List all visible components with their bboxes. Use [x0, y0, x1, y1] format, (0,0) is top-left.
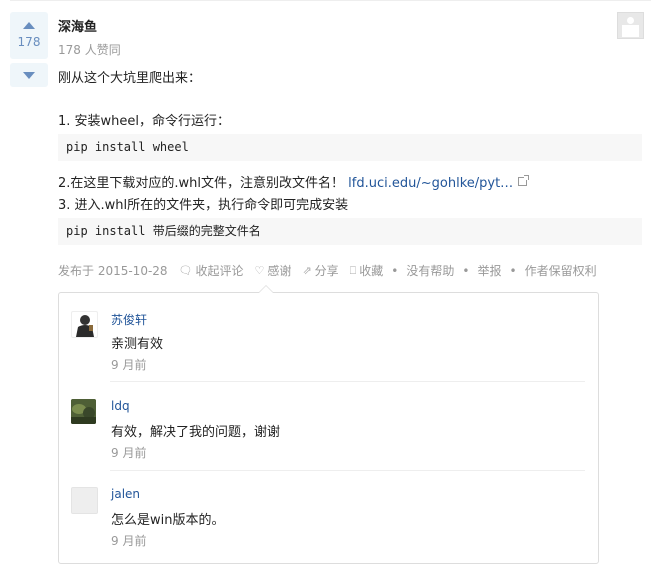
answer-step-2: 2.在这里下载对应的.whl文件，注意别改文件名！ lfd.uci.edu/~g… — [58, 172, 530, 191]
answer-intro: 刚从这个大坑里爬出来： — [58, 71, 202, 86]
downvote-button[interactable] — [10, 63, 48, 87]
comment-author[interactable]: jalen — [111, 487, 140, 501]
author-avatar[interactable] — [617, 12, 644, 39]
landscape-avatar-icon — [71, 399, 96, 424]
share-button[interactable]: ⇗ 分享 — [302, 262, 338, 279]
comment-author[interactable]: 苏俊轩 — [111, 311, 147, 328]
comment-text: 怎么是win版本的。 — [111, 513, 225, 528]
download-link[interactable]: lfd.uci.edu/~gohlke/pyt… — [348, 175, 530, 191]
fold-comments-label[interactable]: 收起评论 — [196, 262, 244, 279]
comment-author[interactable]: ldq — [111, 399, 130, 413]
comment-text: 有效，解决了我的问题，谢谢 — [111, 425, 281, 440]
copyright-notice[interactable]: 作者保留权利 — [525, 262, 597, 279]
fold-comments-button[interactable]: 🗨 收起评论 — [179, 262, 244, 279]
comment-time: 9 月前 — [111, 446, 147, 460]
no-help-button[interactable]: 没有帮助 — [406, 262, 454, 279]
person-avatar-icon — [76, 315, 94, 337]
comment-time: 9 月前 — [111, 358, 147, 372]
comments-panel: 苏俊轩 亲测有效 9 月前 ldq 有效，解决了我的问题，谢谢 9 月前 jal… — [58, 285, 599, 564]
comment-divider — [110, 470, 585, 471]
bookmark-icon: ⎕ — [349, 263, 357, 277]
answer-step-3: 3. 进入.whl所在的文件夹，执行命令即可完成安装 — [58, 198, 349, 213]
code-block-1: pip install wheel — [58, 134, 642, 161]
collect-label[interactable]: 收藏 — [359, 262, 383, 279]
share-label[interactable]: 分享 — [315, 262, 339, 279]
comment-avatar[interactable] — [71, 487, 98, 514]
vote-count: 178 — [17, 35, 41, 49]
external-link-icon — [518, 175, 530, 186]
downvote-arrow-icon — [23, 71, 35, 79]
comments-caret-inner — [259, 286, 273, 293]
upvote-button[interactable]: 178 — [10, 12, 48, 59]
comment-avatar[interactable] — [71, 399, 96, 424]
upvote-arrow-icon — [23, 22, 35, 29]
thanks-button[interactable]: ♡ 感谢 — [255, 262, 292, 279]
thanks-label[interactable]: 感谢 — [267, 262, 291, 279]
answer-step-1: 1. 安装wheel，命令行运行： — [58, 114, 231, 129]
answer-step-2-text: 2.在这里下载对应的.whl文件，注意别改文件名！ — [58, 176, 345, 191]
report-button[interactable]: 举报 — [477, 262, 501, 279]
collect-button[interactable]: ⎕ 收藏 — [350, 262, 384, 279]
comment-time: 9 月前 — [111, 534, 147, 548]
meta-separator: • — [462, 263, 470, 278]
meta-separator: • — [509, 263, 517, 278]
publish-date[interactable]: 发布于 2015-10-28 — [58, 262, 168, 279]
meta-separator: • — [391, 263, 399, 278]
comment-avatar[interactable] — [71, 311, 98, 338]
heart-icon: ♡ — [254, 264, 265, 277]
code-block-2: pip install 带后缀的完整文件名 — [58, 218, 642, 245]
share-icon: ⇗ — [302, 264, 312, 277]
download-link-text[interactable]: lfd.uci.edu/~gohlke/pyt… — [348, 176, 513, 191]
agree-count[interactable]: 178 人赞同 — [58, 41, 121, 58]
top-divider — [10, 0, 651, 1]
author-name[interactable]: 深海鱼 — [58, 16, 97, 35]
comment-divider — [110, 381, 585, 382]
comment-text: 亲测有效 — [111, 337, 164, 352]
vote-widget: 178 — [10, 12, 48, 87]
answer-meta-bar: 发布于 2015-10-28 🗨 收起评论 ♡ 感谢 ⇗ 分享 ⎕ 收藏 • 没有帮助 … — [58, 262, 597, 279]
comment-icon: 🗨 — [178, 264, 193, 277]
